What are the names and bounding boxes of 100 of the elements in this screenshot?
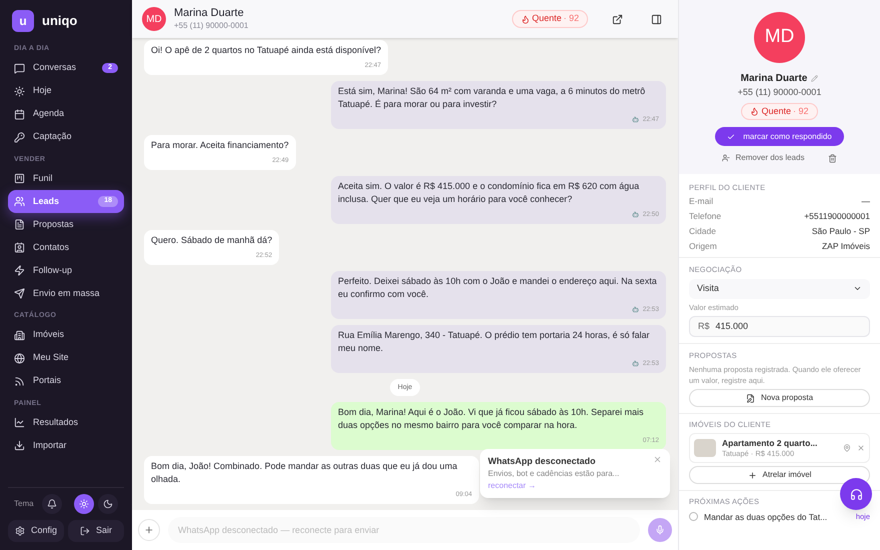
dark-theme-button[interactable] <box>98 494 118 514</box>
headset-icon <box>850 488 862 500</box>
external-link-icon[interactable] <box>612 14 623 24</box>
nav-item[interactable]: Agenda <box>8 102 124 126</box>
value-input[interactable]: R$ 415.000 <box>689 316 870 337</box>
settings-button[interactable]: Config <box>8 520 64 542</box>
message-text: Para morar. Aceita financiamento? <box>151 139 289 152</box>
panel-toggle-icon[interactable] <box>651 14 662 24</box>
message-text: Aceita sim. O valor é R$ 415.000 e o condomínio fica em R$ 620 com água inclusa. Quer que eu veja um horário para você conhecer? <box>338 180 640 206</box>
flame-icon <box>750 106 760 116</box>
document-icon <box>14 219 25 230</box>
bot-icon <box>632 306 639 313</box>
remove-user-icon <box>722 154 730 162</box>
lightning-icon <box>14 265 25 276</box>
temperature-label: Quente <box>532 12 562 26</box>
check-icon <box>727 132 736 140</box>
bell-icon <box>47 499 57 509</box>
document-edit-icon <box>746 394 755 402</box>
profile-name: Marina Duarte <box>740 72 808 86</box>
field-label: Cidade <box>689 224 716 238</box>
plus-icon <box>748 470 757 480</box>
nav-item[interactable]: Portais <box>8 370 124 392</box>
contact-icon <box>14 242 25 253</box>
contact-phone: +55 (11) 90000-0001 <box>174 20 250 31</box>
nav-item[interactable]: Hoje <box>8 80 124 102</box>
globe-icon <box>14 352 25 364</box>
nav-item[interactable]: Meu Site <box>8 346 124 370</box>
close-icon[interactable] <box>857 444 865 452</box>
message-text: Quero. Sábado de manhã dá? <box>151 234 272 247</box>
action-text: Mandar as duas opções do Tat... <box>704 510 828 524</box>
message-text: Está sim, Marina! São 64 m² com varanda e uma vaga, a 6 minutos do metrô Tatuapé. É para morar ou para investir? <box>338 85 646 111</box>
pin-icon[interactable] <box>843 444 851 452</box>
rss-icon <box>14 376 25 386</box>
send-icon <box>14 288 25 299</box>
message-text: Perfeito. Deixei sábado às 10h com o João e mandei o endereço aqui. Na sexta eu confirmo com você. <box>338 275 658 301</box>
bot-icon <box>632 360 639 367</box>
score-text: · 92 <box>563 12 579 26</box>
message-text: Oi! O apê de 2 quartos no Tatuapé ainda está disponível? <box>151 44 381 57</box>
field-label: Telefone <box>689 210 722 223</box>
field-value: — <box>862 195 870 208</box>
property-name: Apartamento 2 quarto... <box>722 438 818 449</box>
field-label: Origem <box>689 240 717 252</box>
settings-icon <box>14 526 25 536</box>
contact-name: Marina Duarte <box>174 7 245 21</box>
nav-item[interactable]: Captação <box>8 126 124 148</box>
logout-icon <box>80 526 90 536</box>
score-text: · 92 <box>793 104 809 118</box>
attach-button[interactable] <box>138 519 160 541</box>
avatar: MD <box>754 12 805 63</box>
nav-item[interactable]: Contatos <box>8 236 124 259</box>
chat-icon <box>14 62 25 74</box>
nav-item[interactable]: Follow-up <box>8 259 124 282</box>
bot-icon <box>632 211 639 218</box>
brand-name: uniqo <box>42 12 78 30</box>
nav-item[interactable]: Importar <box>8 434 124 457</box>
field-label: E-mail <box>689 195 714 208</box>
notifications-button[interactable] <box>42 494 62 514</box>
nav-item[interactable]: Funil <box>8 167 124 190</box>
chart-icon <box>14 417 25 428</box>
moon-icon <box>103 499 113 509</box>
message-text: Rua Emília Marengo, 340 - Tatuapé. O prédio tem portaria 24 horas, é só falar meu nome. <box>338 329 651 355</box>
logout-button[interactable]: Sair <box>68 520 124 542</box>
logo-mark: u <box>12 10 34 32</box>
download-icon <box>14 440 25 451</box>
microphone-icon <box>655 525 665 535</box>
bot-icon <box>632 116 639 123</box>
light-theme-button[interactable] <box>74 494 94 514</box>
remove-lead-button[interactable]: Remover dos leads <box>722 152 804 164</box>
support-button[interactable] <box>840 478 872 510</box>
plus-icon <box>144 525 154 535</box>
toast-text: Envios, bot e cadências estão para... <box>488 468 620 480</box>
mark-answered-button[interactable]: marcar como respondido <box>715 127 844 146</box>
nav-item[interactable]: Propostas <box>8 213 124 236</box>
nav-item[interactable]: Resultados <box>8 411 124 434</box>
key-icon <box>14 132 25 142</box>
avatar: MD <box>142 7 166 31</box>
temperature-label: Quente <box>761 104 791 118</box>
field-value: ZAP Imóveis <box>822 240 870 252</box>
field-value: São Paulo - SP <box>812 224 870 238</box>
chevron-down-icon <box>853 284 862 293</box>
checkbox[interactable] <box>689 512 698 522</box>
trash-icon[interactable] <box>828 154 838 162</box>
sun-icon <box>14 86 25 96</box>
theme-label: Tema <box>14 498 35 510</box>
profile-phone: +55 (11) 90000-0001 <box>738 86 822 99</box>
nav-item[interactable]: Imóveis <box>8 324 124 346</box>
sun-icon <box>79 499 89 509</box>
nav-item[interactable]: Envio em massa <box>8 282 124 305</box>
flame-icon <box>520 14 530 24</box>
calendar-icon <box>14 108 25 120</box>
message-text: Bom dia, João! Combinado. Pode mandar as outras duas que eu já dou uma olhada. <box>151 460 458 486</box>
stage-select[interactable]: Visita <box>689 278 870 298</box>
new-proposal-button[interactable]: Nova proposta <box>689 389 870 407</box>
users-icon <box>14 196 25 207</box>
message-text: Bom dia, Marina! Aqui é o João. Vi que já ficou sábado às 10h. Separei mais duas opções no mesmo bairro para você comparar na hora. <box>338 406 645 432</box>
building-icon <box>14 330 25 340</box>
toast-title: WhatsApp desconectado <box>488 454 597 468</box>
board-icon <box>14 173 25 184</box>
photo-placeholder <box>694 439 716 458</box>
field-value: +5511900000001 <box>804 210 870 223</box>
